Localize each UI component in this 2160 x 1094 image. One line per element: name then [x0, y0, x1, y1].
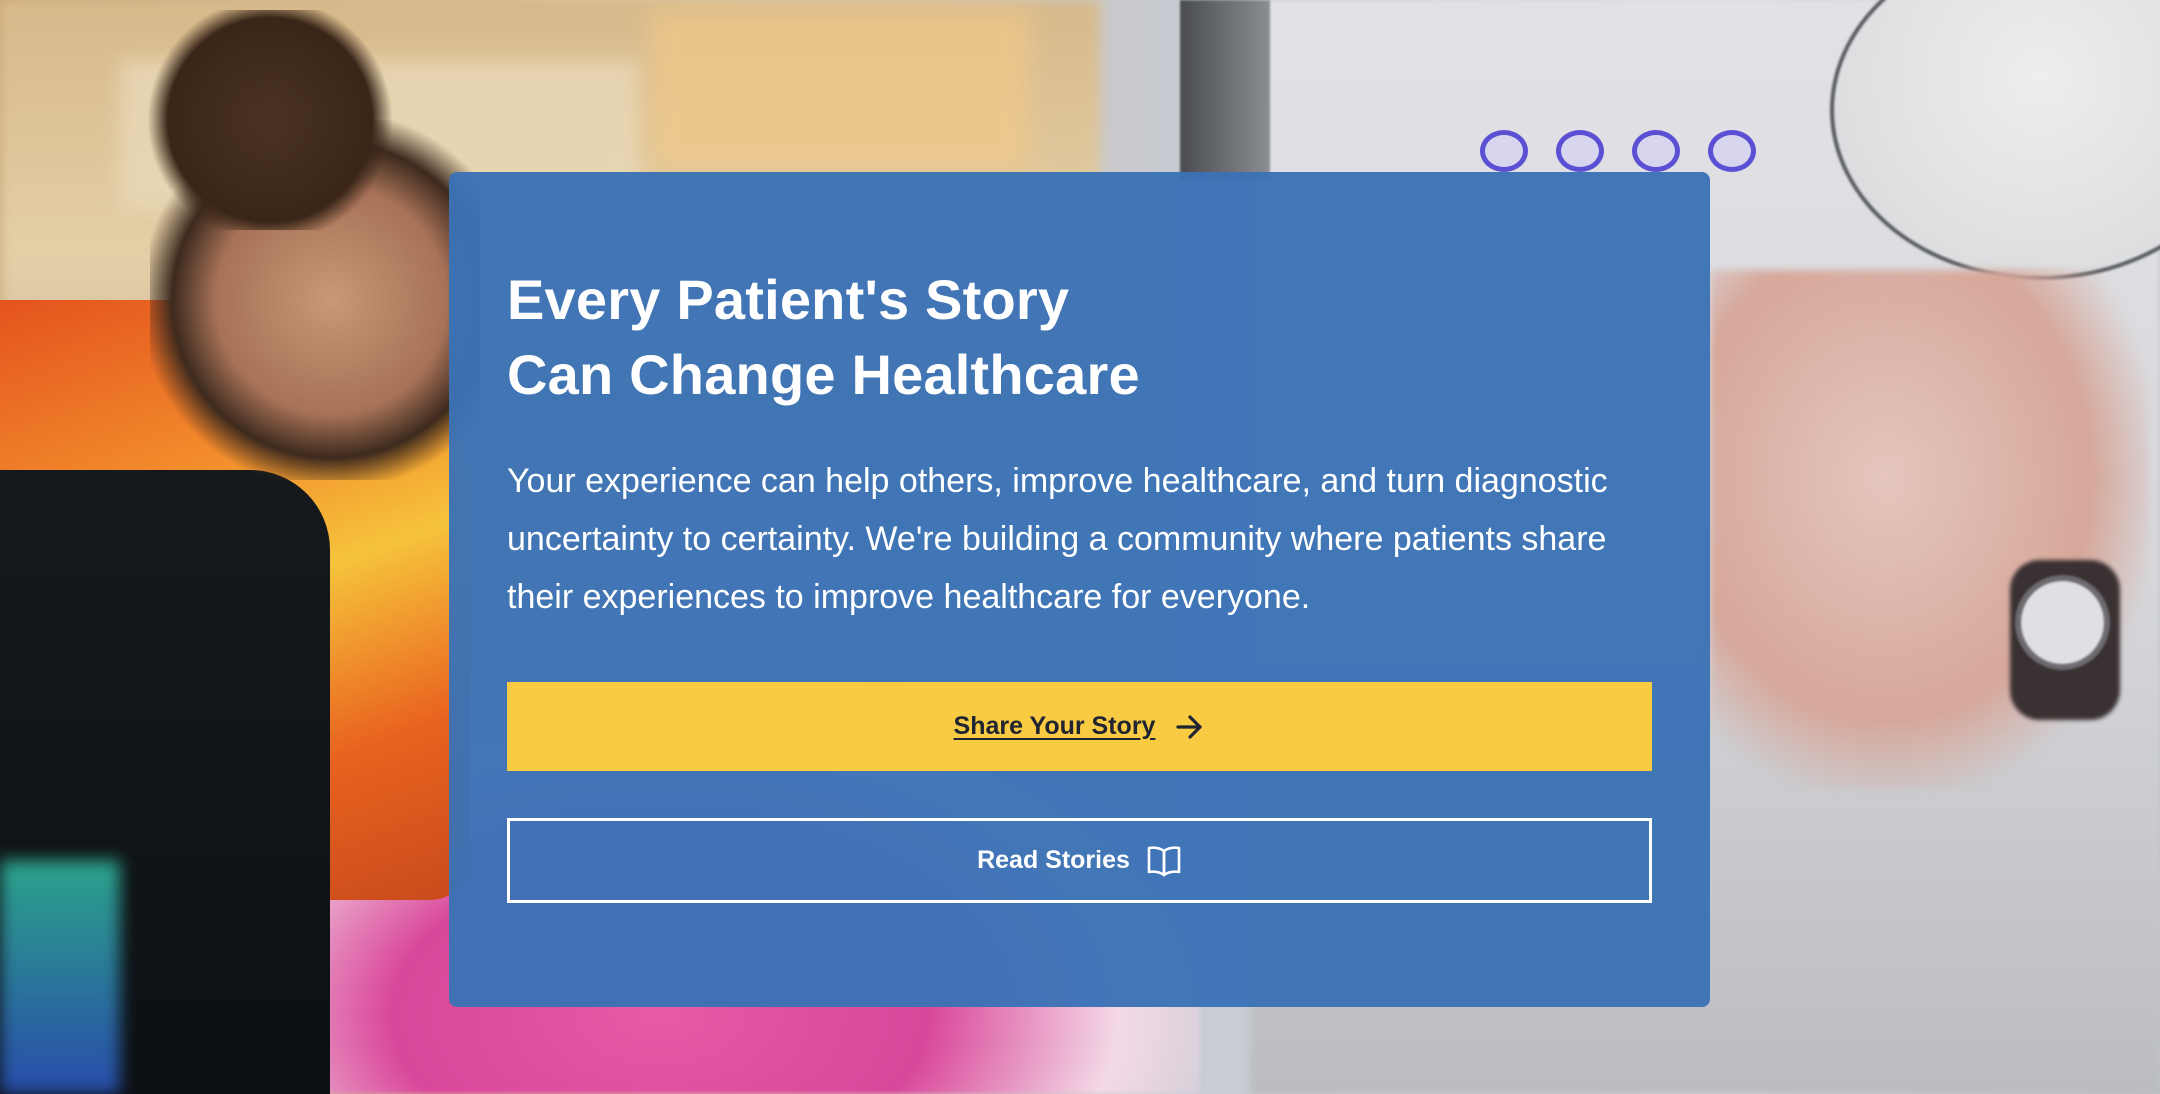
background-rail — [1180, 0, 1270, 180]
hero-title-line-1: Every Patient's Story — [507, 268, 1070, 331]
background-shelf-orange — [650, 10, 1030, 170]
hero-description: Your experience can help others, improve… — [507, 462, 1608, 616]
background-watch-face — [2015, 575, 2110, 670]
open-book-icon — [1146, 845, 1182, 877]
read-stories-label: Read Stories — [977, 846, 1130, 874]
background-person-hair — [140, 10, 400, 230]
read-stories-button[interactable]: Read Stories — [507, 818, 1652, 903]
share-your-story-button[interactable]: Share Your Story — [507, 682, 1652, 771]
hero-card: Every Patient's Story Can Change Healthc… — [449, 172, 1710, 1007]
hero-title: Every Patient's Story Can Change Healthc… — [507, 262, 1652, 412]
arrow-right-icon — [1175, 713, 1205, 741]
share-your-story-label: Share Your Story — [953, 712, 1156, 740]
hero-title-line-2: Can Change Healthcare — [507, 343, 1140, 406]
background-screen-glow — [0, 860, 120, 1094]
hero-section: Every Patient's Story Can Change Healthc… — [0, 0, 2160, 1094]
